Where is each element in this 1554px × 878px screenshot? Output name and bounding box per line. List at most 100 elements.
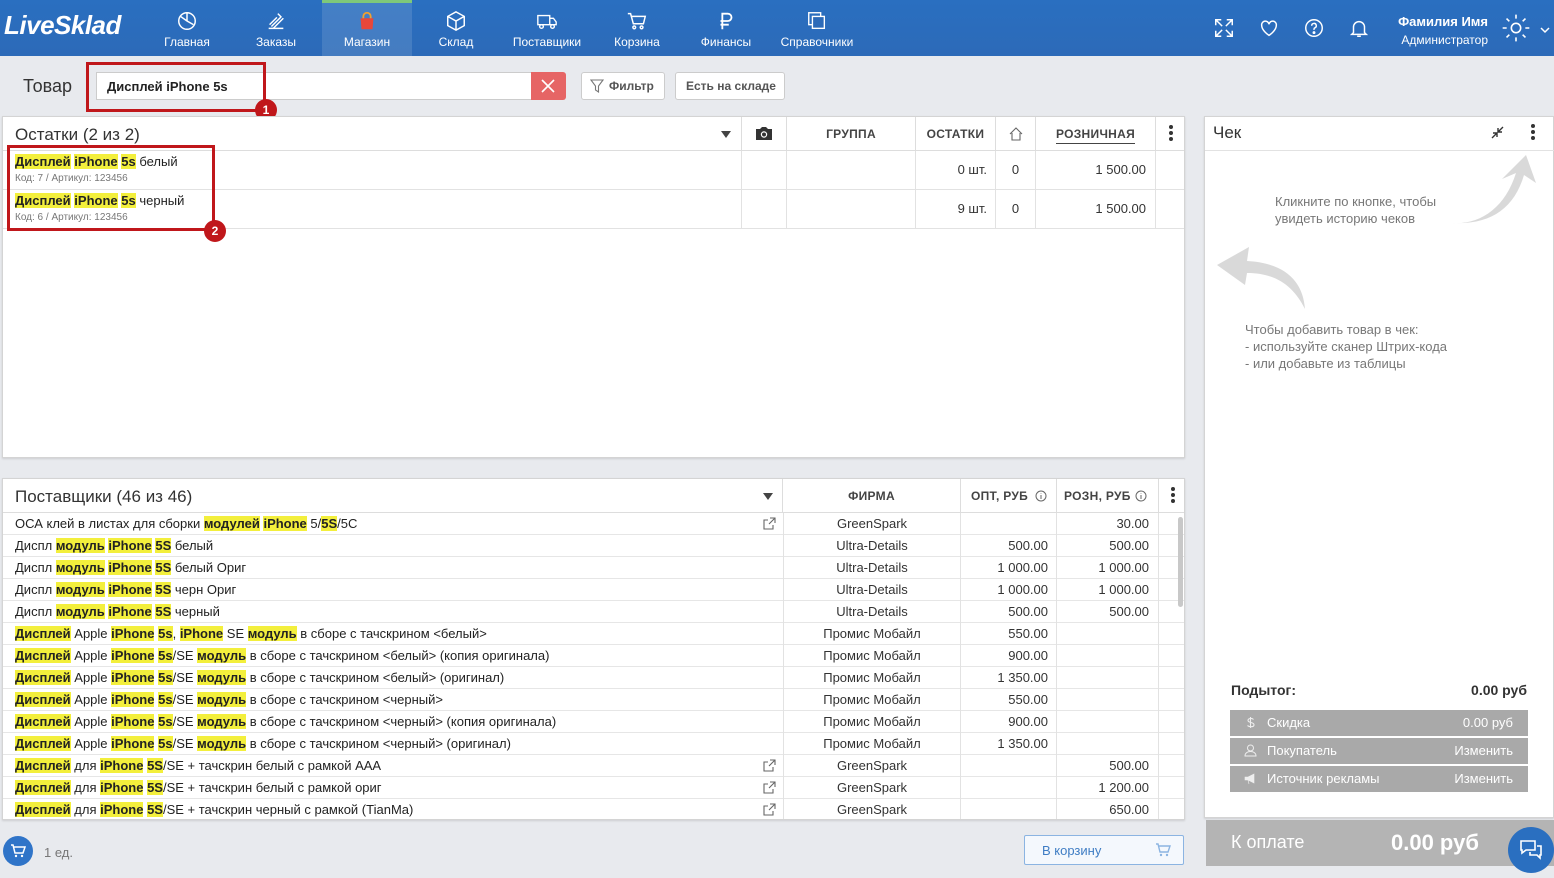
box-icon — [447, 10, 465, 32]
hl-text: iPhone — [100, 758, 144, 773]
hl-text: iPhone — [111, 626, 155, 641]
fullscreen-icon[interactable] — [1213, 17, 1235, 39]
plain-text: Диспл — [15, 538, 56, 553]
external-link-icon[interactable] — [763, 803, 776, 816]
firm-column-header[interactable]: ФИРМА — [782, 479, 960, 513]
ad-source-change-link[interactable]: Изменить — [1454, 766, 1513, 792]
row-tail-cell — [1155, 190, 1185, 228]
app-logo[interactable]: LiveSklad — [4, 10, 121, 41]
cart-count-button[interactable] — [3, 836, 33, 866]
supplier-row[interactable]: Дисплей для iPhone 5S/SE + тачскрин белы… — [3, 777, 1184, 799]
info-icon[interactable] — [1035, 490, 1047, 502]
user-name[interactable]: Фамилия Имя — [1398, 14, 1488, 29]
hl-text: 5s — [158, 692, 173, 707]
clear-search-button[interactable] — [531, 72, 566, 100]
suppliers-title: Поставщики (46 из 46) — [15, 487, 193, 506]
supplier-row[interactable]: ОСА клей в листах для сборки модулей iPh… — [3, 513, 1184, 535]
hl-text: Дисплей — [15, 714, 71, 729]
store-column-header[interactable] — [995, 117, 1035, 151]
external-link-icon[interactable] — [763, 517, 776, 530]
supplier-row[interactable]: Диспл модуль iPhone 5S черн Ориг Ultra-De… — [3, 579, 1184, 601]
user-role[interactable]: Администратор — [1401, 33, 1488, 47]
nav-home[interactable]: Главная — [147, 0, 227, 56]
external-link-icon[interactable] — [763, 759, 776, 772]
opt-column-header[interactable]: ОПТ, РУБ — [960, 479, 1056, 513]
filter-button[interactable]: Фильтр — [581, 72, 665, 100]
collapse-icon[interactable] — [1491, 126, 1504, 139]
nav-label: Справочники — [780, 35, 854, 49]
remains-cell: 0 шт. — [915, 151, 995, 189]
nav-shop[interactable]: Магазин — [322, 0, 412, 56]
rozn-column-header[interactable]: РОЗН, РУБ — [1056, 479, 1158, 513]
supplier-firm-cell: GreenSpark — [783, 777, 960, 799]
nav-label: Корзина — [614, 35, 660, 49]
hl-text: 5S — [155, 538, 172, 553]
info-icon[interactable] — [1135, 490, 1147, 502]
supplier-row[interactable]: Дисплей Apple iPhone 5s, iPhone SE модул… — [3, 623, 1184, 645]
supplier-product-name: Дисплей Apple iPhone 5s/SE модуль в сбор… — [15, 648, 549, 663]
supplier-row[interactable]: Диспл модуль iPhone 5S черный Ultra-Detai… — [3, 601, 1184, 623]
notifications-bell-icon[interactable] — [1348, 17, 1370, 39]
nav-label: Поставщики — [512, 35, 582, 49]
hl-text: модуль — [197, 692, 247, 707]
supplier-product-name: Дисплей Apple iPhone 5s/SE модуль в сбор… — [15, 714, 556, 729]
hl-text: модуль — [55, 604, 105, 619]
caret-down-icon[interactable] — [763, 493, 773, 500]
plain-text: в сборе с тачскрином <черный> (копия ори… — [246, 714, 557, 729]
plain-text: /SE + тачскрин белый с рамкой AAA — [162, 758, 382, 773]
more-vertical-icon[interactable] — [1531, 124, 1535, 142]
buyer-row[interactable]: Покупатель Изменить — [1230, 738, 1528, 764]
plain-text: Apple — [70, 714, 112, 729]
external-link-icon[interactable] — [763, 781, 776, 794]
buyer-label: Покупатель — [1267, 743, 1337, 758]
photo-column-header[interactable] — [741, 117, 786, 151]
stock-columns-menu[interactable] — [1155, 117, 1185, 151]
pay-button[interactable]: К оплате 0.00 руб — [1206, 820, 1554, 866]
nav-warehouse[interactable]: Склад — [416, 0, 496, 56]
suppliers-columns-menu[interactable] — [1158, 479, 1184, 513]
add-to-cart-button[interactable]: В корзину — [1024, 835, 1184, 865]
hl-text: iPhone — [179, 626, 224, 641]
nav-suppliers[interactable]: Поставщики — [506, 0, 588, 56]
supplier-row[interactable]: Дисплей для iPhone 5S/SE + тачскрин черн… — [3, 799, 1184, 819]
nav-orders[interactable]: Заказы — [236, 0, 316, 56]
photo-cell — [741, 151, 786, 189]
nav-catalogs[interactable]: Справочники — [774, 0, 860, 56]
plain-text: /SE — [172, 736, 198, 751]
buyer-change-link[interactable]: Изменить — [1454, 738, 1513, 764]
nav-cart[interactable]: Корзина — [597, 0, 677, 56]
supplier-row[interactable]: Дисплей Apple iPhone 5s/SE модуль в сбор… — [3, 711, 1184, 733]
shop-bag-icon — [360, 11, 374, 30]
ruble-icon — [720, 12, 733, 30]
supplier-row[interactable]: Дисплей для iPhone 5S/SE + тачскрин белы… — [3, 755, 1184, 777]
supplier-row[interactable]: Дисплей Apple iPhone 5s/SE модуль в сбор… — [3, 645, 1184, 667]
settings-gear-icon[interactable] — [1500, 12, 1532, 44]
nav-finance[interactable]: Финансы — [686, 0, 766, 56]
supplier-row[interactable]: Дисплей Apple iPhone 5s/SE модуль в сбор… — [3, 667, 1184, 689]
supplier-row[interactable]: Дисплей Apple iPhone 5s/SE модуль в сбор… — [3, 689, 1184, 711]
group-cell — [786, 190, 915, 228]
caret-down-icon[interactable] — [721, 131, 731, 138]
group-column-header[interactable]: ГРУППА — [786, 117, 915, 151]
chevron-down-icon[interactable] — [1540, 26, 1550, 34]
retail-column-header[interactable]: РОЗНИЧНАЯ — [1035, 117, 1155, 151]
suppliers-scrollbar[interactable] — [1178, 517, 1183, 607]
in-stock-filter-button[interactable]: Есть на складе — [675, 72, 785, 100]
supplier-rozn-cell — [1056, 711, 1158, 733]
plain-text: /SE — [172, 692, 198, 707]
support-chat-button[interactable] — [1508, 827, 1554, 873]
supplier-row[interactable]: Дисплей Apple iPhone 5s/SE модуль в сбор… — [3, 733, 1184, 755]
hl-text: 5S — [321, 516, 338, 531]
favorites-heart-icon[interactable] — [1258, 17, 1280, 39]
hl-text: iPhone — [111, 648, 155, 663]
supplier-row[interactable]: Диспл модуль iPhone 5S белый Ultra-Detail… — [3, 535, 1184, 557]
help-icon[interactable] — [1303, 17, 1325, 39]
ad-source-row[interactable]: Источник рекламы Изменить — [1230, 766, 1528, 792]
discount-row[interactable]: Скидка 0.00 руб — [1230, 710, 1528, 736]
supplier-row[interactable]: Диспл модуль iPhone 5S белый Ориг Ultra-D… — [3, 557, 1184, 579]
store-cell: 0 — [995, 190, 1035, 228]
supplier-opt-cell: 550.00 — [960, 689, 1056, 711]
catalogs-icon — [808, 12, 826, 30]
remains-column-header[interactable]: ОСТАТКИ — [915, 117, 995, 151]
supplier-product-name: Дисплей Apple iPhone 5s/SE модуль в сбор… — [15, 692, 443, 707]
